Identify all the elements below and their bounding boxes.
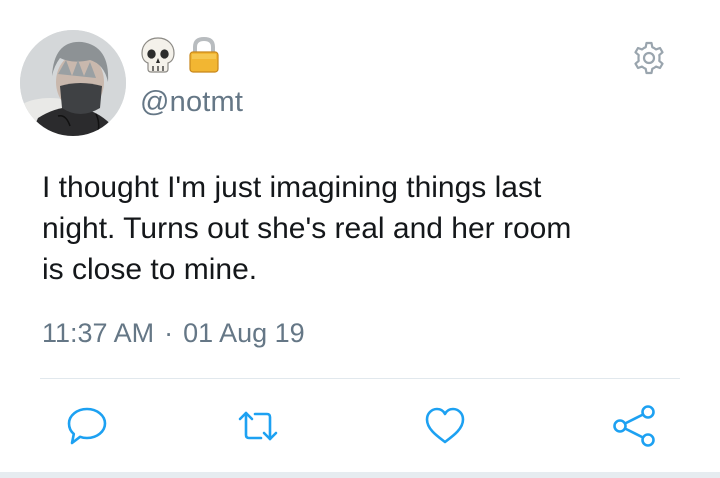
share-icon [613, 405, 655, 447]
tweet-text: I thought I'm just imagining things last… [42, 171, 572, 286]
tweet-time: 11:37 AM [42, 318, 155, 348]
tweet-timestamp[interactable]: 11:37 AM · 01 Aug 19 [42, 318, 305, 349]
reply-button[interactable] [64, 403, 110, 449]
divider [40, 378, 680, 379]
retweet-icon [238, 411, 278, 441]
heart-icon [425, 407, 465, 444]
retweet-button[interactable] [235, 403, 281, 449]
bottom-border [0, 472, 720, 478]
avatar[interactable] [20, 30, 126, 136]
like-button[interactable] [422, 403, 468, 449]
reply-icon [67, 407, 107, 445]
tweet-date: 01 Aug 19 [183, 318, 305, 348]
tweet-card: @notmt I thought I'm just imagining thin… [0, 0, 720, 478]
display-name [140, 36, 222, 74]
gear-icon[interactable] [631, 40, 667, 76]
skull-emoji-icon [140, 36, 176, 74]
lock-emoji-icon [186, 36, 222, 74]
timestamp-separator: · [164, 318, 174, 348]
user-handle[interactable]: @notmt [140, 86, 243, 119]
share-button[interactable] [611, 403, 657, 449]
